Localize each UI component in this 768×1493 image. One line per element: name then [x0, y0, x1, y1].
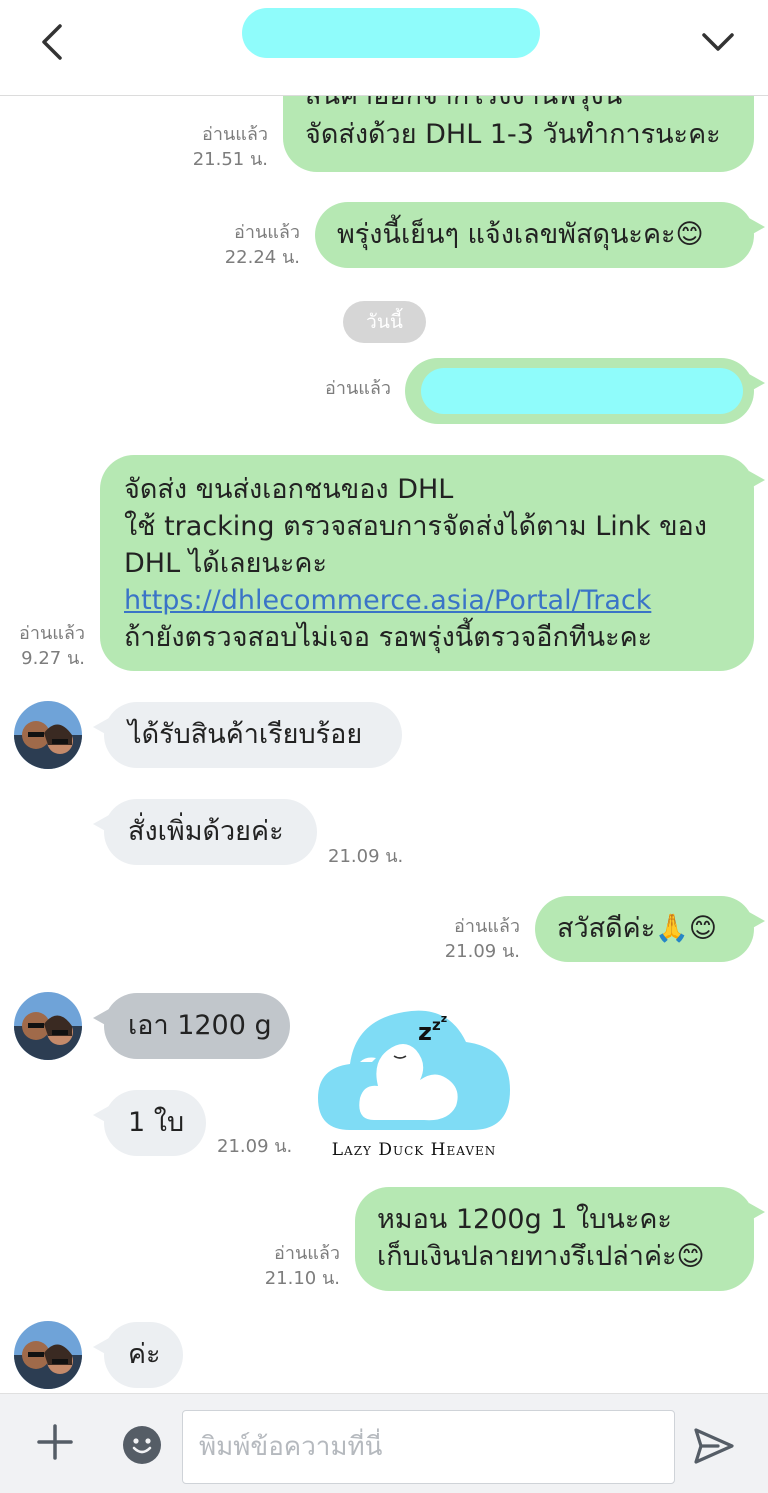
message-time: 22.24 น.	[224, 247, 300, 268]
message-text: DHL ได้เลยนะคะ	[124, 548, 327, 579]
message-text: สินค้าออกจากโรงงานพรุ่งนี้	[305, 96, 754, 114]
message-bubble-outgoing[interactable]: จัดส่ง ขนส่งเอกชนของ DHL ใช้ tracking ตร…	[100, 455, 765, 671]
message-bubble-incoming[interactable]: ได้รับสินค้าเรียบร้อย	[93, 702, 402, 768]
message-text: ค่ะ	[128, 1339, 161, 1370]
date-divider: วันนี้	[343, 301, 426, 343]
message-meta: อ่านแล้ว	[271, 376, 391, 401]
read-receipt: อ่านแล้ว	[325, 378, 391, 399]
message-text: จัดส่ง ขนส่งเอกชนของ DHL	[124, 474, 454, 505]
read-receipt: อ่านแล้ว	[454, 916, 520, 937]
message-bubble-incoming[interactable]: 1 ใบ	[93, 1090, 206, 1156]
message-text: ใช้ tracking ตรวจสอบการจัดส่งได้ตาม Link…	[124, 511, 707, 542]
avatar-photo-icon	[14, 1321, 82, 1389]
chat-title-redacted	[242, 8, 540, 58]
sticker-caption: Lazy Duck Heaven	[331, 1140, 497, 1160]
emoji-icon	[132, 1438, 152, 1454]
chat-messages[interactable]: สินค้าออกจากโรงงานพรุ่งนี้ จัดส่งด้วย DH…	[0, 96, 768, 1393]
message-text: 1 ใบ	[128, 1107, 185, 1138]
sticker-zzz: zzz	[418, 1012, 448, 1046]
message-bubble-outgoing[interactable]: สินค้าออกจากโรงงานพรุ่งนี้ จัดส่งด้วย DH…	[283, 96, 754, 172]
message-text: หมอน 1200g 1 ใบนะคะ	[377, 1204, 672, 1235]
message-bubble-outgoing[interactable]: หมอน 1200g 1 ใบนะคะ เก็บเงินปลายทางรึเปล…	[355, 1187, 765, 1291]
message-bubble-incoming[interactable]: ค่ะ	[93, 1322, 183, 1388]
message-text: สั่งเพิ่มด้วยค่ะ	[128, 816, 284, 847]
avatar[interactable]	[14, 701, 82, 769]
message-text: เก็บเงินปลายทางรึเปล่าค่ะ😊	[377, 1241, 705, 1272]
message-time: 21.09 น.	[328, 846, 404, 867]
message-time: 21.09 น.	[217, 1136, 293, 1157]
send-button[interactable]	[692, 1424, 736, 1468]
tracking-link[interactable]: https://dhlecommerce.asia/Portal/Track	[124, 582, 754, 619]
message-bubble-incoming-selected[interactable]: เอา 1200 g	[93, 993, 290, 1059]
chevron-left-icon	[42, 24, 62, 60]
sticker-lazy-duck[interactable]: zzz Lazy Duck Heaven	[316, 998, 512, 1168]
back-button[interactable]	[30, 20, 74, 64]
avatar[interactable]	[14, 992, 82, 1060]
send-icon	[694, 1428, 734, 1464]
read-receipt: อ่านแล้ว	[19, 623, 85, 644]
message-bubble-outgoing[interactable]: สวัสดีค่ะ🙏😊	[535, 896, 765, 962]
message-bubble-incoming[interactable]: สั่งเพิ่มด้วยค่ะ	[93, 799, 317, 865]
message-meta: อ่านแล้ว 21.10 น.	[220, 1241, 340, 1291]
plus-icon	[37, 1424, 73, 1460]
avatar-photo-icon	[14, 701, 82, 769]
message-bubble-outgoing[interactable]: พรุ่งนี้เย็นๆ แจ้งเลขพัสดุนะคะ😊	[315, 202, 765, 268]
message-input[interactable]	[182, 1410, 675, 1484]
read-receipt: อ่านแล้ว	[234, 222, 300, 243]
message-meta: อ่านแล้ว 21.51 น.	[148, 122, 268, 172]
message-bubble-outgoing[interactable]	[405, 358, 765, 424]
message-text: สวัสดีค่ะ🙏😊	[557, 913, 717, 944]
read-receipt: อ่านแล้ว	[202, 124, 268, 145]
duck-cloud-sticker-icon	[318, 1010, 510, 1130]
chat-menu-button[interactable]	[696, 20, 740, 64]
emoji-button[interactable]	[123, 1426, 161, 1464]
message-meta: อ่านแล้ว 22.24 น.	[180, 220, 300, 270]
read-receipt: อ่านแล้ว	[274, 1243, 340, 1264]
message-text: จัดส่งด้วย DHL 1-3 วันทำการนะคะ	[305, 119, 721, 150]
avatar[interactable]	[14, 1321, 82, 1389]
message-text: พรุ่งนี้เย็นๆ แจ้งเลขพัสดุนะคะ😊	[337, 219, 704, 250]
message-text: ได้รับสินค้าเรียบร้อย	[128, 719, 363, 750]
message-time: 21.09 น.	[444, 941, 520, 962]
attach-button[interactable]	[34, 1421, 76, 1463]
message-time: 9.27 น.	[21, 648, 85, 669]
message-meta: อ่านแล้ว 21.09 น.	[400, 914, 520, 964]
message-redacted	[421, 368, 743, 414]
chevron-down-icon	[702, 33, 734, 51]
message-text: เอา 1200 g	[128, 1010, 272, 1041]
avatar-photo-icon	[14, 992, 82, 1060]
message-composer	[0, 1393, 768, 1493]
message-text: ถ้ายังตรวจสอบไม่เจอ รอพรุ่งนี้ตรวจอีกทีน…	[124, 622, 653, 653]
chat-header	[0, 0, 768, 96]
message-time: 21.51 น.	[192, 149, 268, 170]
message-time: 21.10 น.	[264, 1268, 340, 1289]
message-meta: อ่านแล้ว 9.27 น.	[0, 621, 85, 671]
